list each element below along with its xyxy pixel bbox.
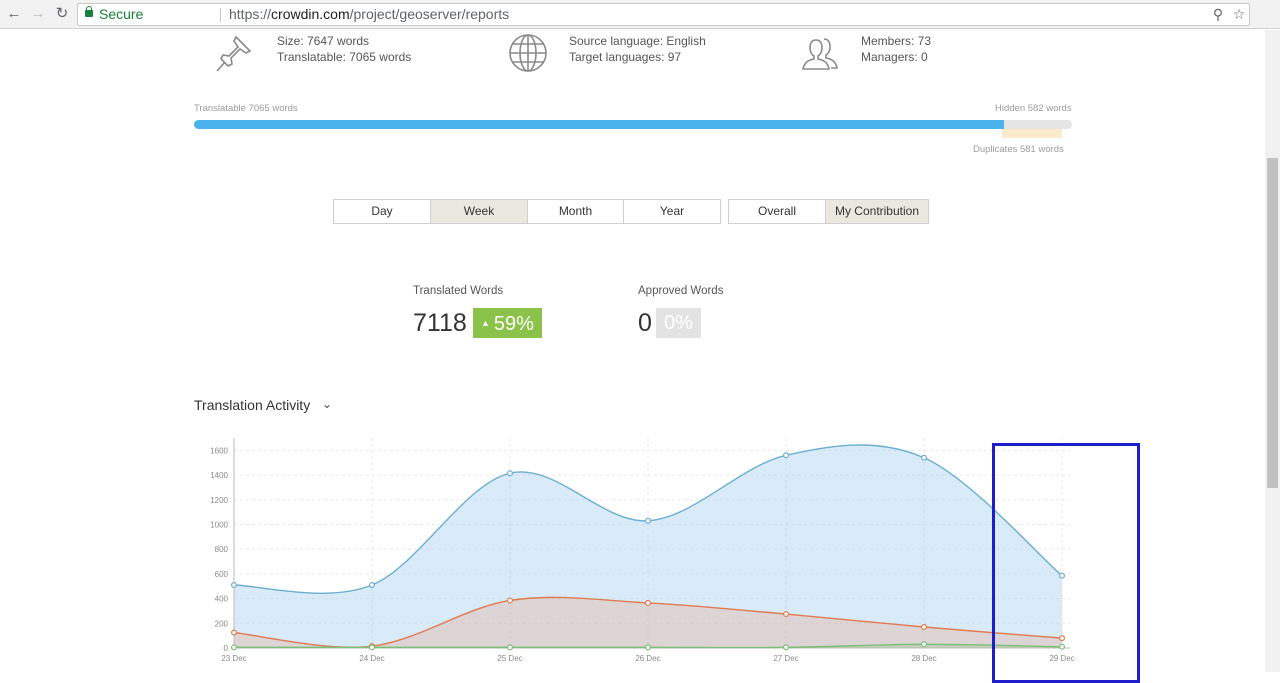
members-icon	[802, 38, 838, 70]
translated-data-point	[369, 582, 376, 589]
approved-data-point	[230, 629, 237, 636]
up-arrow-icon: ▲	[481, 318, 490, 328]
approved-words-label: Approved Words	[638, 285, 724, 297]
url-scheme: https://	[229, 6, 272, 22]
x-tick-label: 28 Dec	[911, 654, 936, 663]
tab-year[interactable]: Year	[623, 199, 721, 224]
scrollbar-thumb[interactable]	[1267, 158, 1278, 488]
tab-month[interactable]: Month	[527, 199, 624, 224]
tab-overall[interactable]: Overall	[728, 199, 826, 224]
approved-data-point	[782, 611, 789, 618]
omnibox-divider	[220, 8, 221, 22]
third-data-point	[782, 644, 789, 651]
url-host: crowdin.com	[271, 6, 350, 22]
reload-icon[interactable]: ↻	[52, 4, 72, 24]
x-tick-label: 23 Dec	[221, 654, 246, 663]
page-scrollbar[interactable]	[1265, 30, 1280, 672]
address-bar[interactable]: Secure https://crowdin.com/project/geose…	[77, 3, 1250, 26]
language-stats: Source language: English Target language…	[569, 33, 706, 65]
size-text: Size: 7647 words	[277, 34, 370, 48]
approved-change-value: 0%	[664, 312, 693, 334]
member-stats: Members: 73 Managers: 0	[861, 33, 931, 65]
tab-day[interactable]: Day	[333, 199, 431, 224]
y-tick-label: 1200	[210, 496, 228, 505]
y-tick-label: 1600	[210, 446, 228, 455]
translated-data-point	[920, 454, 927, 461]
size-stats: Size: 7647 words Translatable: 7065 word…	[277, 33, 411, 65]
translated-data-point	[507, 470, 514, 477]
third-data-point	[645, 644, 652, 651]
tab-my-contribution[interactable]: My Contribution	[825, 199, 929, 224]
chevron-down-icon[interactable]: ⌄	[322, 397, 332, 411]
translated-data-point	[645, 517, 652, 524]
translated-data-point	[230, 582, 237, 589]
third-data-point	[507, 644, 514, 651]
members-text: Members: 73	[861, 34, 932, 48]
managers-text: Managers: 0	[861, 50, 928, 64]
y-tick-label: 1000	[210, 520, 228, 529]
url-path: /project/geoserver/reports	[349, 6, 510, 22]
y-tick-label: 200	[215, 619, 229, 628]
translated-words-value: 7118	[413, 309, 467, 337]
translated-words-label: Translated Words	[413, 285, 504, 297]
x-tick-label: 26 Dec	[635, 654, 660, 663]
source-language-text: Source language: English	[569, 34, 706, 48]
duplicates-segment	[1002, 129, 1062, 138]
translated-change-badge: ▲ 59%	[473, 308, 542, 338]
x-tick-label: 24 Dec	[359, 654, 384, 663]
duplicates-words-label: Duplicates 581 words	[973, 144, 1064, 155]
y-tick-label: 400	[215, 595, 229, 604]
translation-activity-chart: 0 200 400 600 800 1000 1200 1400 1600 23 Dec 24 De…	[210, 438, 1075, 663]
x-tick-label: 25 Dec	[497, 654, 522, 663]
y-tick-label: 800	[215, 545, 229, 554]
third-data-point	[920, 641, 927, 648]
highlight-box	[992, 443, 1140, 683]
pushpin-icon	[216, 35, 252, 72]
browser-toolbar: ← → ↻ Secure https://crowdin.com/project…	[0, 0, 1280, 29]
translated-change-value: 59%	[493, 313, 534, 335]
secure-label: Secure	[99, 6, 144, 22]
y-tick-label: 1400	[210, 471, 228, 480]
x-tick-label: 27 Dec	[773, 654, 798, 663]
forward-icon[interactable]: →	[28, 4, 48, 24]
hidden-words-label: Hidden 582 words	[995, 103, 1072, 114]
translatable-words-label: Translatable 7065 words	[194, 103, 298, 114]
tab-week[interactable]: Week	[430, 199, 528, 224]
lock-icon	[85, 6, 93, 17]
translation-activity-title[interactable]: Translation Activity	[194, 397, 310, 413]
approved-data-point	[920, 624, 927, 631]
back-icon[interactable]: ←	[4, 4, 24, 24]
target-languages-text: Target languages: 97	[569, 50, 682, 64]
approved-words-value: 0	[638, 309, 652, 337]
approved-data-point	[645, 599, 652, 606]
approved-data-point	[507, 597, 514, 604]
third-data-point	[230, 644, 237, 651]
bookmark-star-icon[interactable]: ☆	[1230, 4, 1248, 25]
zoom-icon[interactable]: ⚲	[1209, 4, 1227, 25]
y-tick-label: 600	[215, 570, 229, 579]
third-data-point	[369, 644, 376, 651]
translated-data-point	[782, 452, 789, 459]
url-text[interactable]: https://crowdin.com/project/geoserver/re…	[229, 4, 509, 25]
translatable-fill	[194, 120, 1005, 129]
words-progress-bar	[194, 120, 1072, 129]
translatable-text: Translatable: 7065 words	[277, 50, 412, 64]
y-tick-label: 0	[224, 644, 229, 653]
approved-change-badge: 0%	[656, 308, 701, 338]
globe-icon	[509, 34, 547, 72]
